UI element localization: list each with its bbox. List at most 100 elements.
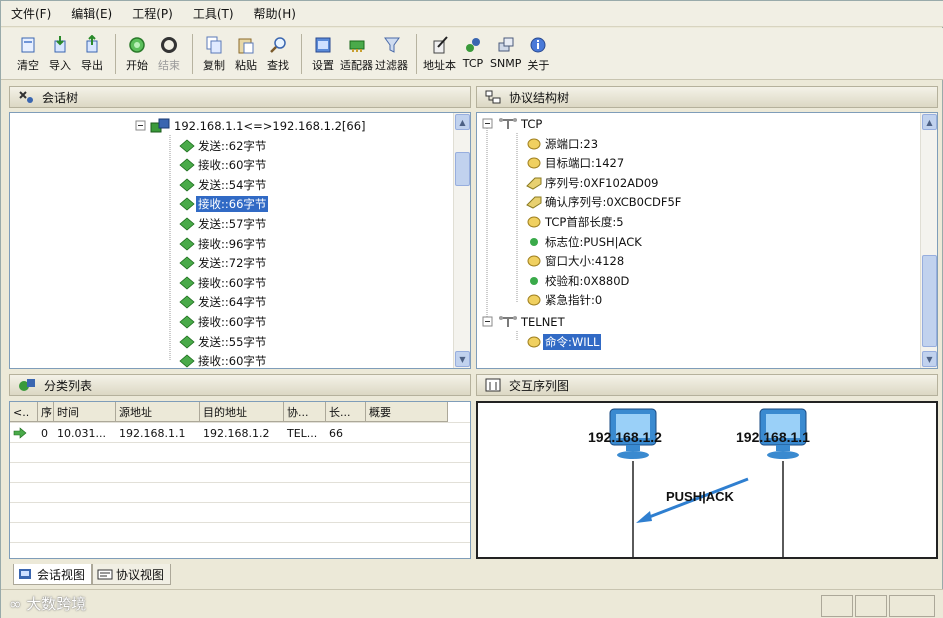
tcp-field-item[interactable]: 目标端口:1427 bbox=[525, 154, 626, 173]
session-packet-item[interactable]: 接收::60字节 bbox=[178, 156, 268, 175]
stop-label: 结束 bbox=[158, 58, 180, 72]
session-packet-item[interactable]: 发送::72字节 bbox=[178, 254, 268, 273]
about-button[interactable]: 关于 bbox=[523, 32, 553, 76]
col-header[interactable]: 源地址 bbox=[116, 402, 200, 422]
tcp-field-item[interactable]: 校验和:0X880D bbox=[525, 271, 631, 290]
paste-label: 粘贴 bbox=[235, 58, 257, 72]
session-tree-scrollbar[interactable]: ▲ ▼ bbox=[453, 113, 470, 368]
right-host-label: 192.168.1.1 bbox=[736, 429, 810, 445]
field-tag-icon bbox=[526, 177, 542, 190]
col-header[interactable]: 目的地址 bbox=[200, 402, 284, 422]
tcp-field-label: 源端口:23 bbox=[545, 136, 599, 151]
import-button[interactable]: 导入 bbox=[45, 32, 75, 76]
session-packet-item[interactable]: 接收::60字节 bbox=[178, 352, 268, 369]
field-tag-icon bbox=[526, 196, 542, 209]
session-tree: 192.168.1.1<=>192.168.1.2[66] 发送::62字节 接收… bbox=[10, 113, 452, 368]
telnet-field-item[interactable]: 命令:WILL bbox=[525, 332, 602, 351]
tcp-button[interactable]: TCP bbox=[458, 32, 488, 76]
tab-session-view[interactable]: 会话视图 bbox=[13, 564, 93, 585]
telnet-node[interactable]: TELNET bbox=[497, 312, 567, 331]
session-packet-item[interactable]: 接收::96字节 bbox=[178, 234, 268, 253]
tcp-field-item[interactable]: 标志位:PUSH|ACK bbox=[525, 232, 644, 251]
telnet-node-label: TELNET bbox=[521, 314, 565, 329]
tcp-field-item[interactable]: TCP首部长度:5 bbox=[525, 212, 626, 231]
copy-button[interactable]: 复制 bbox=[199, 32, 229, 76]
menu-help[interactable]: 帮助(H) bbox=[254, 5, 296, 22]
session-packet-item[interactable]: 接收::66字节 bbox=[178, 195, 269, 214]
packet-label: 发送::57字节 bbox=[198, 216, 267, 231]
field-dot-icon bbox=[527, 294, 541, 306]
tcp-field-item[interactable]: 紧急指针:0 bbox=[525, 291, 604, 310]
settings-label: 设置 bbox=[312, 58, 334, 72]
find-button[interactable]: 查找 bbox=[263, 32, 293, 76]
session-packet-item[interactable]: 接收::60字节 bbox=[178, 273, 268, 292]
session-packet-item[interactable]: 发送::62字节 bbox=[178, 136, 268, 155]
session-tree-title: 会话树 bbox=[42, 90, 79, 105]
col-header[interactable]: 序 bbox=[38, 402, 54, 422]
packet-label: 接收::96字节 bbox=[198, 236, 267, 251]
toolbar-separator bbox=[115, 33, 116, 74]
session-root-node[interactable]: 192.168.1.1<=>192.168.1.2[66] bbox=[150, 116, 368, 135]
menu-edit[interactable]: 编辑(E) bbox=[71, 5, 112, 22]
packet-label: 接收::60字节 bbox=[198, 354, 267, 369]
toolbar-separator bbox=[192, 33, 193, 74]
session-packet-item[interactable]: 接收::60字节 bbox=[178, 312, 268, 331]
start-icon bbox=[129, 36, 145, 53]
tcp-field-item[interactable]: 确认序列号:0XCB0CDF5F bbox=[525, 193, 683, 212]
session-packet-item[interactable]: 发送::64字节 bbox=[178, 293, 268, 312]
app-window: 文件(F) 编辑(E) 工程(P) 工具(T) 帮助(H) 清空 导入 导出 开… bbox=[0, 0, 943, 618]
status-cell bbox=[889, 595, 935, 617]
session-packet-item[interactable]: 发送::57字节 bbox=[178, 214, 268, 233]
telnet-field-label: 命令:WILL bbox=[543, 333, 602, 350]
menu-project[interactable]: 工程(P) bbox=[132, 5, 173, 22]
filter-icon bbox=[383, 37, 400, 53]
packet-label: 接收::60字节 bbox=[198, 158, 267, 173]
col-header[interactable]: 长... bbox=[326, 402, 366, 422]
tab-protocol-label: 协议视图 bbox=[116, 567, 165, 582]
packet-icon bbox=[179, 315, 195, 329]
status-cell bbox=[821, 595, 853, 617]
stop-button[interactable]: 结束 bbox=[154, 32, 184, 76]
snmp-button[interactable]: SNMP bbox=[490, 32, 521, 76]
col-header[interactable]: 时间 bbox=[54, 402, 116, 422]
address-book-button[interactable]: 地址本 bbox=[423, 32, 456, 76]
col-header[interactable]: 概要 bbox=[366, 402, 448, 422]
settings-button[interactable]: 设置 bbox=[308, 32, 338, 76]
tcp-field-item[interactable]: 序列号:0XF102AD09 bbox=[525, 173, 661, 192]
tcp-field-item[interactable]: 窗口大小:4128 bbox=[525, 252, 626, 271]
col-header[interactable]: 协... bbox=[284, 402, 326, 422]
session-packet-item[interactable]: 发送::54字节 bbox=[178, 175, 268, 194]
col-header[interactable]: <.. bbox=[10, 402, 38, 422]
session-packet-item[interactable]: 发送::55字节 bbox=[178, 332, 268, 351]
tab-protocol-view[interactable]: 协议视图 bbox=[92, 564, 172, 585]
sequence-header: 交互序列图 bbox=[476, 374, 938, 396]
table-row[interactable]: 0 10.031... 192.168.1.1 192.168.1.2 TEL.… bbox=[10, 423, 448, 443]
toolbar-separator bbox=[416, 33, 417, 74]
about-label: 关于 bbox=[527, 58, 550, 72]
sequence-pane: 192.168.1.2 192.168.1.1 PUSH|ACK bbox=[476, 401, 938, 559]
menu-tools[interactable]: 工具(T) bbox=[193, 5, 234, 22]
scroll-down-button[interactable]: ▼ bbox=[455, 351, 470, 367]
filter-button[interactable]: 过滤器 bbox=[375, 32, 408, 76]
export-button[interactable]: 导出 bbox=[77, 32, 107, 76]
scroll-thumb[interactable] bbox=[455, 152, 470, 186]
scroll-up-button[interactable]: ▲ bbox=[455, 114, 470, 130]
clear-button[interactable]: 清空 bbox=[13, 32, 43, 76]
tcp-node[interactable]: TCP bbox=[497, 114, 544, 133]
cell-time: 10.031... bbox=[57, 426, 106, 440]
menu-file[interactable]: 文件(F) bbox=[11, 5, 51, 22]
paste-button[interactable]: 粘贴 bbox=[231, 32, 261, 76]
scroll-down-button[interactable]: ▼ bbox=[922, 351, 937, 367]
scroll-thumb[interactable] bbox=[922, 255, 937, 347]
cell-index: 0 bbox=[41, 426, 48, 440]
protocol-tree: TCP 源端口:23 目标端口:1427 序列号:0XF102AD09 确认序列号:0… bbox=[477, 113, 919, 368]
start-button[interactable]: 开始 bbox=[122, 32, 152, 76]
session-tree-pane: 192.168.1.1<=>192.168.1.2[66] 发送::62字节 接收… bbox=[9, 112, 471, 369]
tcp-field-label: TCP首部长度:5 bbox=[545, 214, 624, 229]
protocol-tree-scrollbar[interactable]: ▲ ▼ bbox=[920, 113, 937, 368]
packet-icon bbox=[179, 276, 195, 290]
adapter-button[interactable]: 适配器 bbox=[340, 32, 373, 76]
tcp-field-item[interactable]: 源端口:23 bbox=[525, 134, 600, 153]
scroll-up-button[interactable]: ▲ bbox=[922, 114, 937, 130]
packet-icon bbox=[179, 217, 195, 231]
